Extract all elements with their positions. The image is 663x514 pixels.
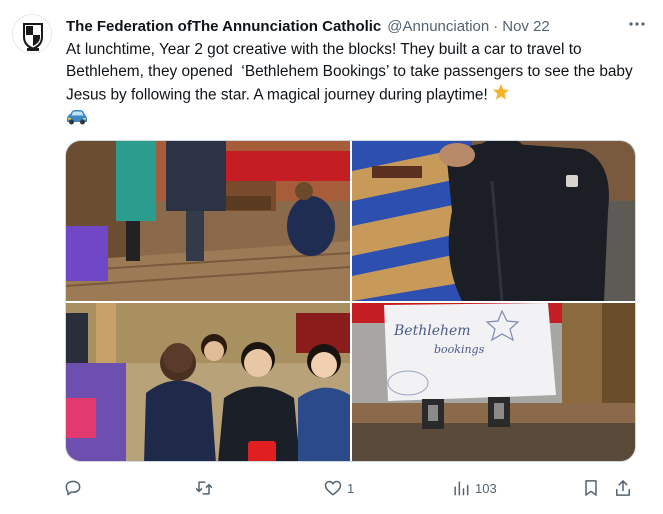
star-emoji xyxy=(492,83,510,108)
media-grid: Bethlehem bookings xyxy=(65,140,636,462)
school-crest-icon xyxy=(13,15,51,53)
views-chart-icon xyxy=(454,481,469,496)
photo-children-building-blocks[interactable] xyxy=(66,141,350,301)
tweet-text-body: At lunchtime, Year 2 got creative with t… xyxy=(66,41,633,104)
share-icon xyxy=(616,480,630,496)
tweet-header: The Federation ofThe Annunciation Cathol… xyxy=(66,16,647,36)
views-button[interactable]: 103 xyxy=(451,476,497,500)
author-name[interactable]: The Federation ofThe Annunciation Cathol… xyxy=(66,18,381,35)
like-count: 1 xyxy=(347,480,355,496)
retweet-icon xyxy=(195,481,213,495)
tweet-card[interactable]: The Federation ofThe Annunciation Cathol… xyxy=(0,0,663,514)
bookmark-icon xyxy=(585,480,597,496)
timestamp[interactable]: Nov 22 xyxy=(502,18,550,35)
tweet-text: At lunchtime, Year 2 got creative with t… xyxy=(66,39,646,133)
reply-icon xyxy=(65,480,81,496)
share-button[interactable] xyxy=(613,476,633,500)
author-handle[interactable]: @Annunciation xyxy=(387,18,489,35)
photo-bethlehem-bookings-sign[interactable]: Bethlehem bookings xyxy=(352,303,635,461)
reply-button[interactable] xyxy=(63,476,87,500)
photo-child-with-wooden-car[interactable] xyxy=(352,141,635,301)
action-bar: 1 103 xyxy=(58,476,648,500)
bookmark-button[interactable] xyxy=(581,476,601,500)
separator-dot: · xyxy=(493,17,499,35)
more-options-icon[interactable] xyxy=(627,14,647,34)
retweet-button[interactable] xyxy=(194,476,218,500)
views-count: 103 xyxy=(475,480,497,496)
like-button[interactable]: 1 xyxy=(323,476,354,500)
sign-text-line1: Bethlehem xyxy=(393,323,471,339)
heart-icon xyxy=(324,480,342,496)
photo-children-smiling[interactable] xyxy=(66,303,350,461)
sign-text-line2: bookings xyxy=(434,343,485,356)
car-emoji xyxy=(66,108,88,133)
avatar[interactable] xyxy=(12,14,52,54)
